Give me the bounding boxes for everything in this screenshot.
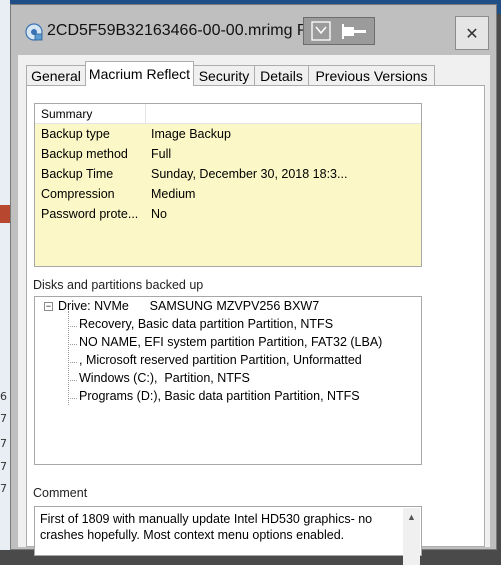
column-divider[interactable] bbox=[145, 104, 146, 124]
tab-general[interactable]: General bbox=[26, 65, 86, 85]
tree-drive-node[interactable]: Drive: NVMe SAMSUNG MZVPV256 BXW7 bbox=[58, 299, 319, 313]
tab-label: Macrium Reflect bbox=[88, 66, 191, 82]
background-text: 7 bbox=[0, 460, 7, 473]
tab-previous-versions[interactable]: Previous Versions bbox=[308, 65, 435, 85]
disks-section-label: Disks and partitions backed up bbox=[33, 278, 204, 292]
comment-section-label: Comment bbox=[33, 486, 88, 500]
summary-header[interactable]: Summary bbox=[35, 104, 421, 124]
background-text: 6 bbox=[0, 390, 7, 403]
scroll-up-button[interactable]: ▲ bbox=[403, 508, 420, 525]
background-text: 7 bbox=[0, 437, 7, 450]
summary-list[interactable]: Summary Backup type Image Backup Backup … bbox=[34, 103, 422, 267]
tab-label: General bbox=[31, 67, 81, 84]
tab-macrium-reflect[interactable]: Macrium Reflect bbox=[85, 61, 194, 86]
tree-connector bbox=[68, 362, 77, 363]
tab-strip: General Macrium Reflect Security Details… bbox=[26, 61, 486, 86]
background-text: 7 bbox=[0, 412, 7, 425]
summary-value: Full bbox=[151, 147, 172, 161]
summary-row[interactable]: Password prote... No bbox=[35, 204, 421, 224]
macrium-reflect-page: Summary Backup type Image Backup Backup … bbox=[26, 85, 485, 565]
summary-value: Sunday, December 30, 2018 18:3... bbox=[151, 167, 348, 181]
tree-connector bbox=[68, 344, 77, 345]
summary-key: Backup Time bbox=[41, 167, 114, 181]
tree-partition-node[interactable]: Recovery, Basic data partition Partition… bbox=[79, 317, 333, 331]
summary-value: Medium bbox=[151, 187, 196, 201]
background-text: 7 bbox=[0, 482, 7, 495]
summary-row[interactable]: Compression Medium bbox=[35, 184, 421, 204]
summary-key: Backup type bbox=[41, 127, 110, 141]
summary-value: No bbox=[151, 207, 167, 221]
tab-label: Security bbox=[198, 67, 250, 84]
comment-textbox[interactable]: First of 1809 with manually update Intel… bbox=[34, 506, 422, 565]
summary-key: Compression bbox=[41, 187, 115, 201]
tab-label: Previous Versions bbox=[315, 67, 428, 84]
scrollbar-track[interactable] bbox=[403, 525, 420, 565]
tree-partition-node[interactable]: , Microsoft reserved partition Partition… bbox=[79, 353, 362, 367]
summary-row[interactable]: Backup method Full bbox=[35, 144, 421, 164]
tree-connector bbox=[68, 380, 77, 381]
tree-connector bbox=[68, 398, 77, 399]
close-button[interactable]: ✕ bbox=[455, 16, 489, 50]
tab-label: Details bbox=[260, 67, 303, 84]
summary-key: Password prote... bbox=[41, 207, 139, 221]
summary-row[interactable]: Backup type Image Backup bbox=[35, 124, 421, 144]
comment-text[interactable]: First of 1809 with manually update Intel… bbox=[40, 511, 390, 543]
summary-key: Backup method bbox=[41, 147, 128, 161]
collapse-icon[interactable]: − bbox=[44, 302, 53, 311]
close-icon: ✕ bbox=[465, 23, 479, 43]
tab-security[interactable]: Security bbox=[193, 65, 255, 85]
title-bar[interactable]: 2CD5F59B32163466-00-00.mrimg Properties … bbox=[11, 5, 496, 53]
disk-image-file-icon bbox=[25, 23, 43, 41]
properties-window: 2CD5F59B32163466-00-00.mrimg Properties … bbox=[10, 4, 497, 565]
tree-partition-node[interactable]: Programs (D:), Basic data partition Part… bbox=[79, 389, 360, 403]
tree-partition-node[interactable]: NO NAME, EFI system partition Partition,… bbox=[79, 335, 382, 349]
disks-tree[interactable]: − Drive: NVMe SAMSUNG MZVPV256 BXW7 Reco… bbox=[34, 296, 422, 465]
dialog-client-area: General Macrium Reflect Security Details… bbox=[18, 55, 490, 565]
background-app-highlight bbox=[0, 205, 10, 223]
summary-value: Image Backup bbox=[151, 127, 231, 141]
tab-details[interactable]: Details bbox=[254, 65, 309, 85]
summary-row[interactable]: Backup Time Sunday, December 30, 2018 18… bbox=[35, 164, 421, 184]
summary-column-header: Summary bbox=[41, 107, 93, 121]
tree-partition-node[interactable]: Windows (C:), Partition, NTFS bbox=[79, 371, 250, 385]
screenshot-tool-overlay[interactable] bbox=[303, 17, 375, 45]
tree-connector bbox=[68, 326, 77, 327]
